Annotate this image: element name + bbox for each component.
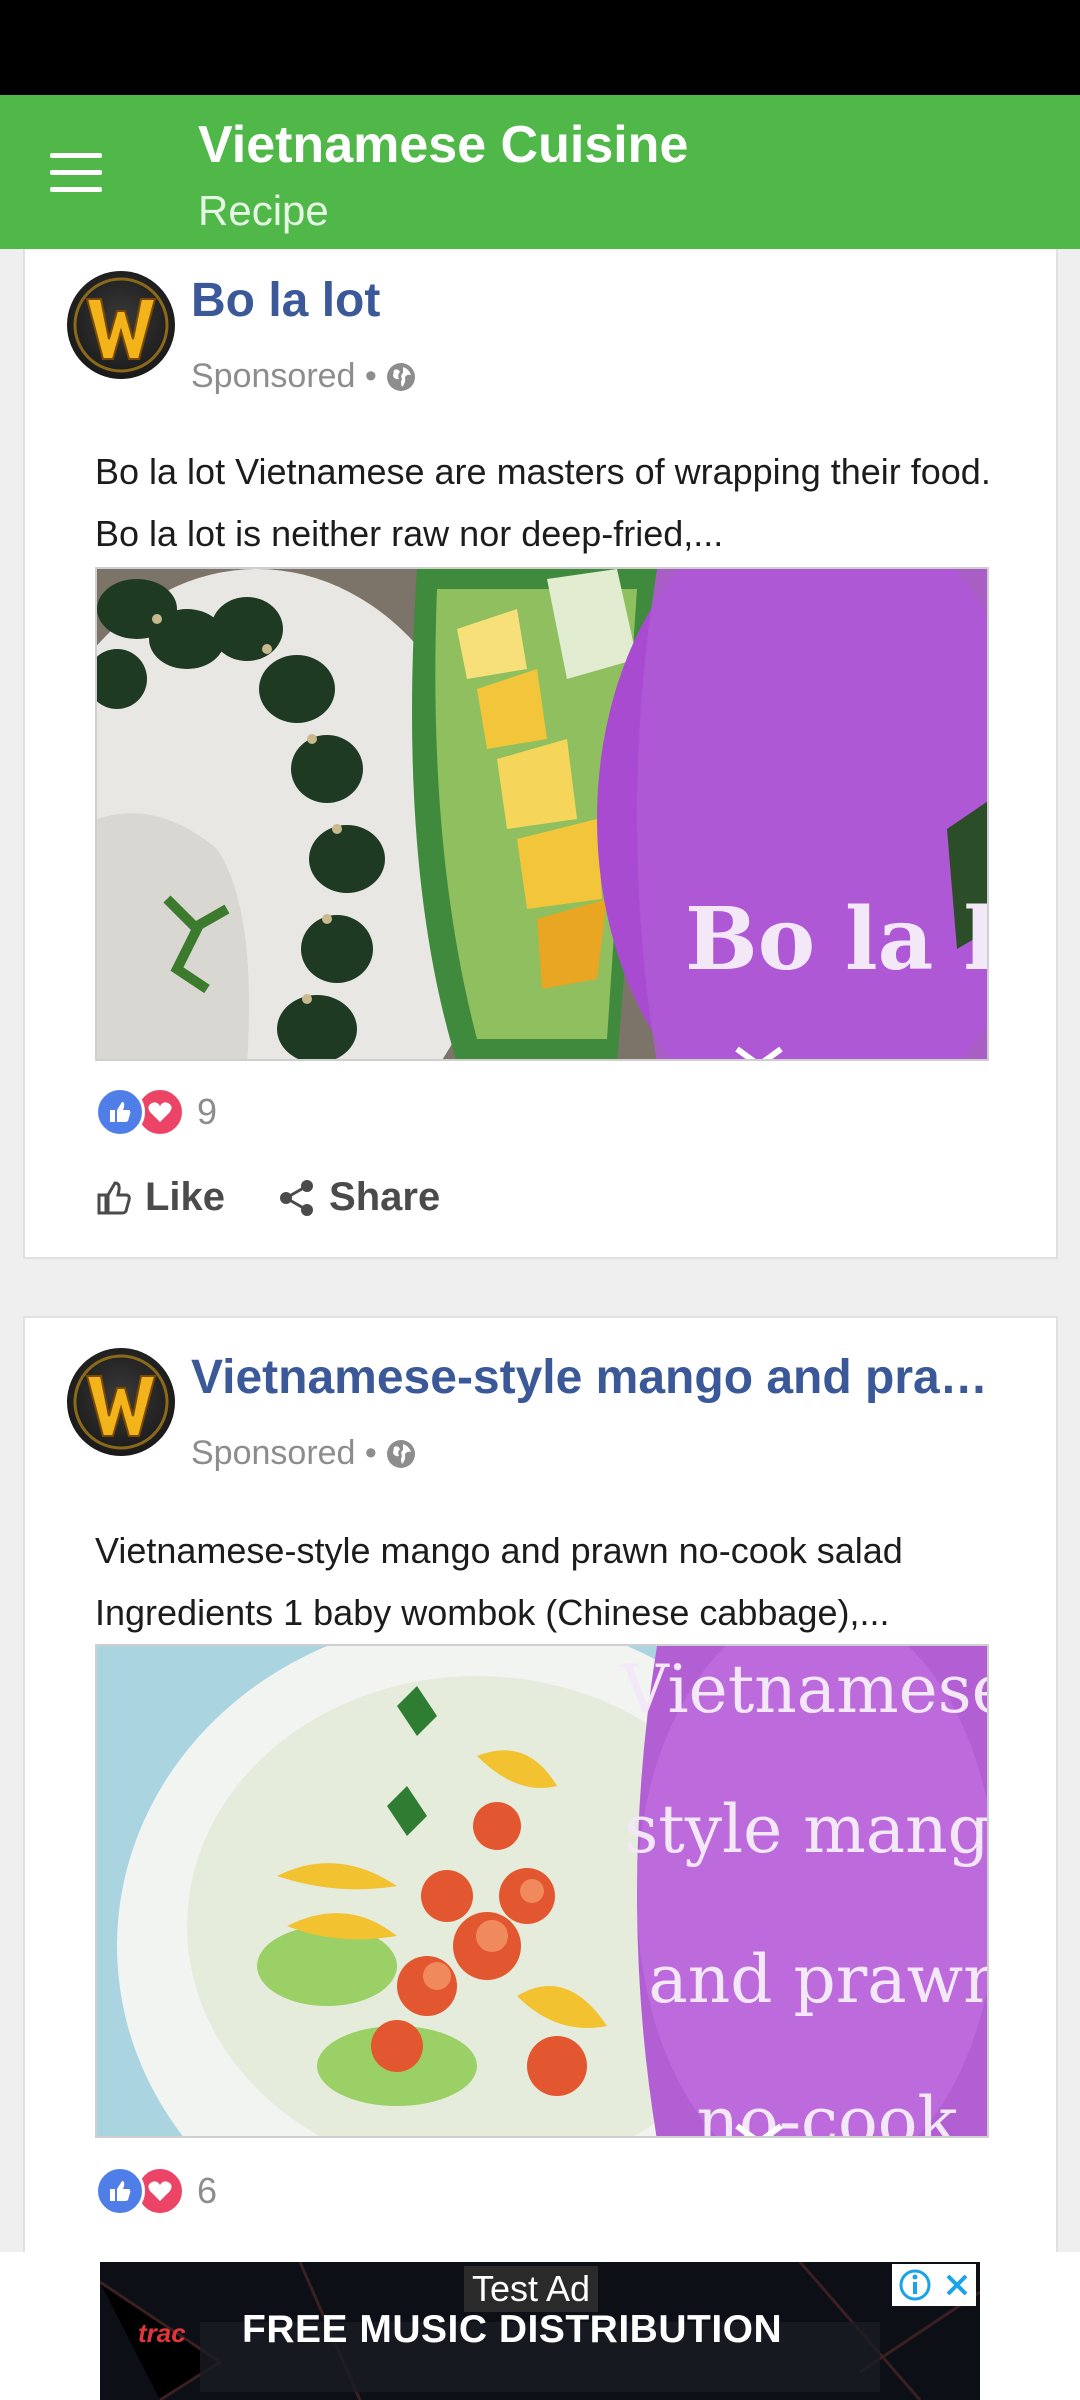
like-reaction-icon: [95, 2166, 145, 2216]
image-caption-line: style mango: [624, 1791, 989, 1868]
share-label: Share: [329, 1175, 441, 1219]
post-image[interactable]: Vietnamese- style mango and prawn no-coo…: [95, 1644, 989, 2138]
sponsored-label: Sponsored •: [191, 1434, 417, 1473]
adchoices-info-icon: [899, 2269, 930, 2301]
avatar[interactable]: [67, 271, 175, 379]
share-button[interactable]: Share: [277, 1175, 440, 1220]
ad-choices[interactable]: [892, 2264, 976, 2306]
image-caption: Bo la lot: [685, 889, 989, 990]
sponsored-text: Sponsored •: [191, 1434, 377, 1472]
image-caption-line: Vietnamese-: [620, 1651, 989, 1728]
menu-icon[interactable]: [50, 153, 104, 193]
status-bar: [0, 0, 1080, 95]
app-bar: Vietnamese Cuisine Recipe: [0, 95, 1080, 249]
ad-headline: FREE MUSIC DISTRIBUTION: [242, 2308, 783, 2351]
image-caption-line: and prawn: [648, 1941, 989, 2018]
thumbs-up-icon: [97, 1180, 131, 1214]
post-title[interactable]: Vietnamese-style mango and praw…: [191, 1350, 1021, 1405]
globe-icon: [386, 362, 415, 391]
post-image[interactable]: Bo la lot: [95, 567, 989, 1061]
app-subtitle: Recipe: [198, 187, 329, 234]
sponsored-text: Sponsored •: [191, 357, 377, 395]
post-card: Bo la lot Sponsored • Bo la lot Vietname…: [23, 235, 1058, 1259]
share-icon: [280, 1179, 314, 1216]
like-button[interactable]: Like: [95, 1175, 225, 1220]
reaction-summary[interactable]: 9: [95, 1087, 217, 1137]
post-actions: Like Share: [95, 1175, 440, 1220]
globe-icon: [386, 1439, 415, 1468]
ad-banner[interactable]: Test Ad trac FREE MUSIC DISTRIBUTION: [100, 2262, 980, 2400]
like-reaction-icon: [95, 1087, 145, 1137]
image-caption-line: no-cook: [697, 2083, 959, 2138]
post-text: Vietnamese-style mango and prawn no-cook…: [95, 1530, 903, 1633]
reaction-summary[interactable]: 6: [95, 2166, 217, 2216]
post-title[interactable]: Bo la lot: [191, 273, 380, 328]
reaction-count: 9: [197, 1091, 218, 1132]
like-label: Like: [145, 1175, 226, 1219]
close-icon: [946, 2274, 967, 2296]
post-text: Bo la lot Vietnamese are masters of wrap…: [95, 451, 991, 554]
ad-logo: trac: [138, 2318, 186, 2348]
test-ad-label: Test Ad: [464, 2266, 599, 2312]
app-title: Vietnamese Cuisine: [198, 116, 689, 174]
avatar[interactable]: [67, 1348, 175, 1456]
post-card: Vietnamese-style mango and praw… Sponsor…: [23, 1316, 1058, 2256]
reaction-count: 6: [197, 2170, 218, 2211]
sponsored-label: Sponsored •: [191, 357, 417, 396]
